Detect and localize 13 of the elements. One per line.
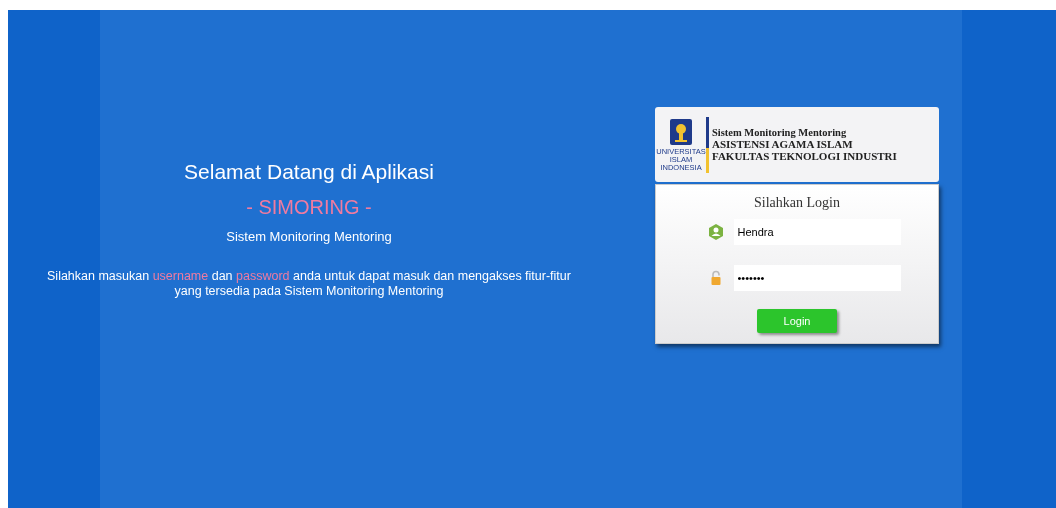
app-name: - SIMORING - [246,196,372,219]
header-title: FAKULTAS TEKNOLOGI INDUSTRI [712,150,897,162]
password-field[interactable]: ••••••• [733,265,901,291]
stripe-bar [706,116,709,173]
user-icon [707,224,724,240]
username-field[interactable]: Hendra [733,219,901,245]
emblem-icon [669,117,693,146]
intro-text: Silahkan masukan username dan password anda untuk dapat masuk dan mengakses fitur-fitur yang tersedia pada Sistem Monitoring Mentoring [46,269,572,299]
login-heading: Silahkan Login [754,195,840,211]
header-title: Sistem Monitoring Mentoring [712,127,848,138]
header-title: ASISTENSI AGAMA ISLAM [712,138,854,150]
app-subtitle: Sistem Monitoring Mentoring [226,229,392,244]
welcome-title: Selamat Datang di Aplikasi [184,160,434,185]
